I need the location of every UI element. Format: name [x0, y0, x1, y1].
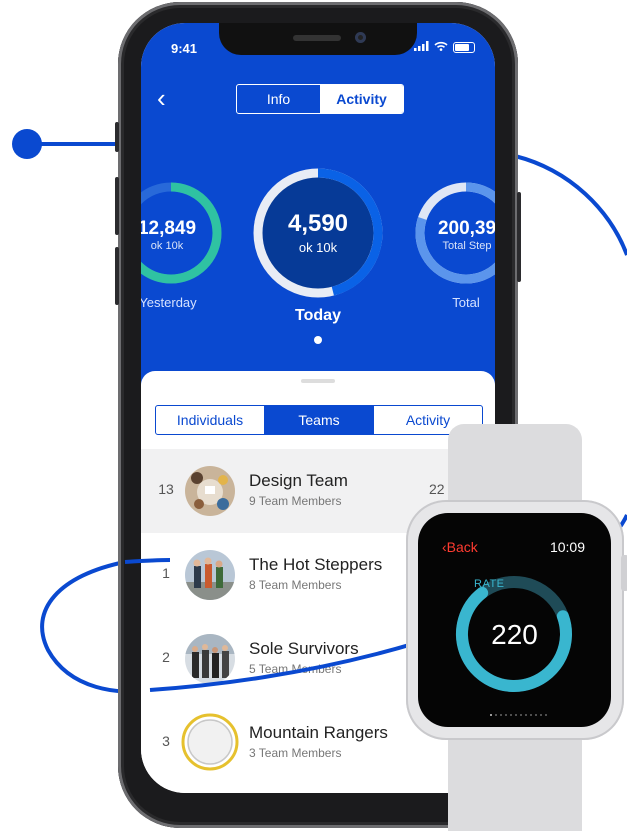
watch-page-dots [490, 714, 547, 716]
watch-band-bottom [448, 730, 582, 831]
watch-metric-value: 220 [491, 619, 538, 650]
watch-screen: ‹Back 10:09 RATE 220 [418, 513, 611, 727]
watch-metric-label: RATE [474, 578, 505, 590]
watch-crown[interactable] [621, 555, 627, 591]
